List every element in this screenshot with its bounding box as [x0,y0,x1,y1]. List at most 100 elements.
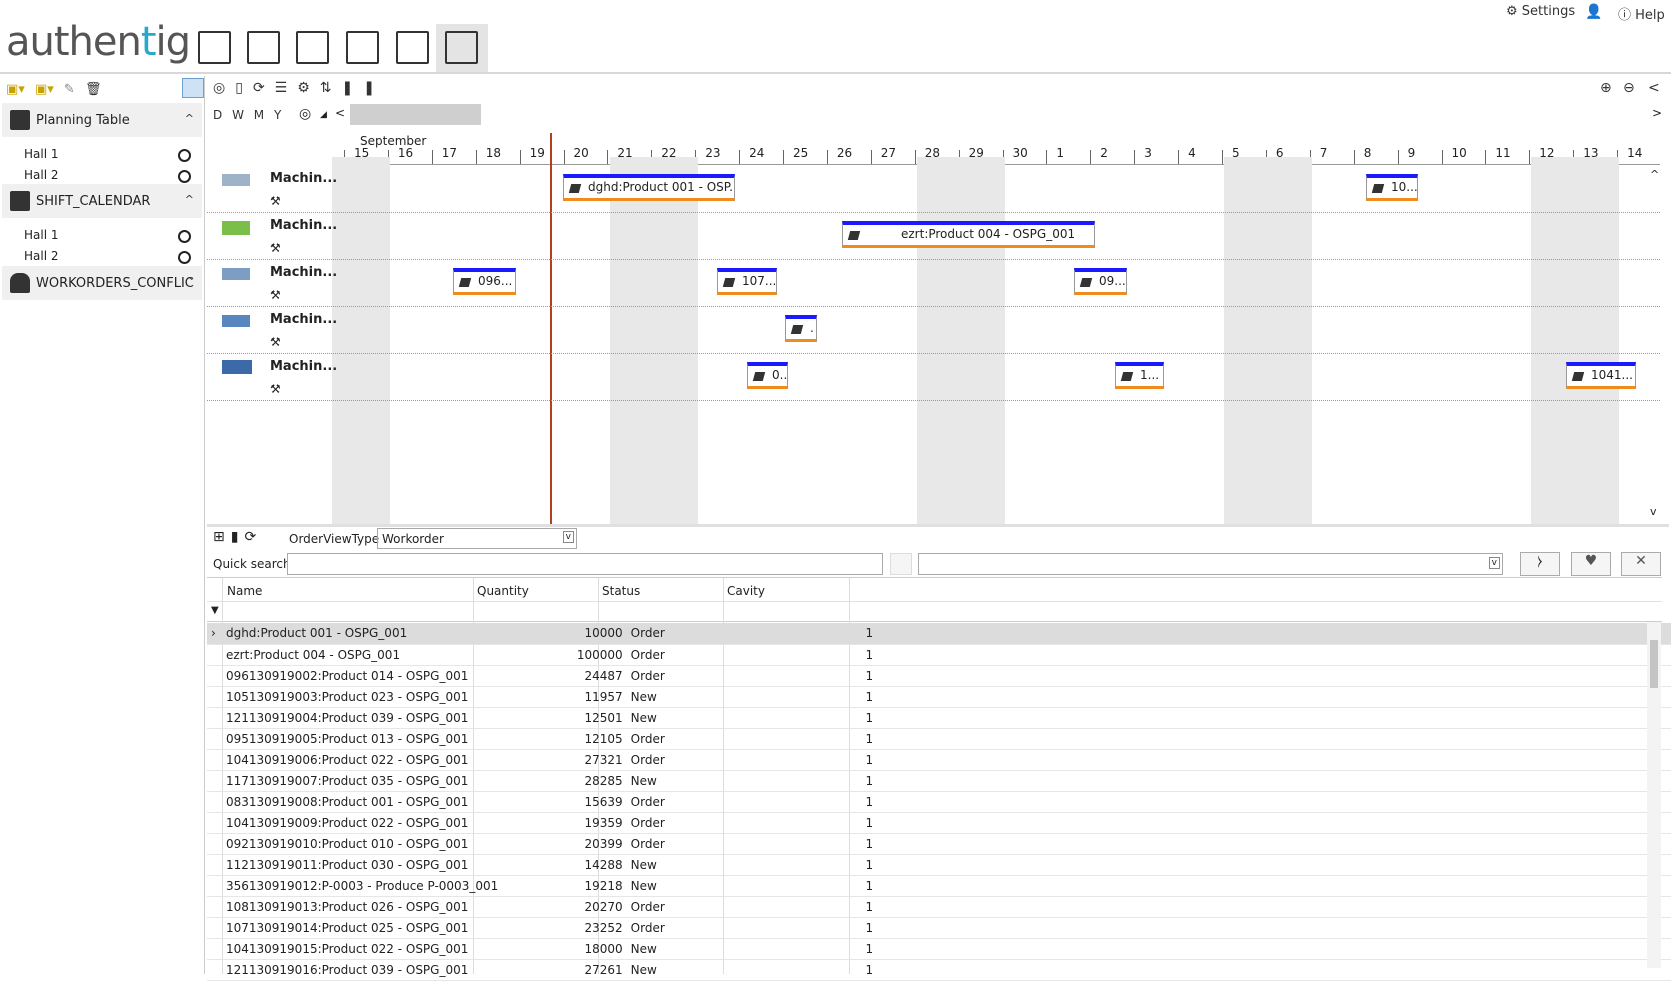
scroll-right-icon[interactable]: > [1652,106,1662,120]
panel-splitter[interactable] [207,524,1669,527]
gantt-order-bar[interactable]: 1041... [1566,362,1636,389]
table-row[interactable]: 095130919005:Product 013 - OSPG_001 12105… [207,728,1671,750]
table-row[interactable]: 117130919007:Product 035 - OSPG_001 28285… [207,770,1671,792]
clear-filter-button[interactable]: ✕ [1621,552,1661,576]
chevron-down-icon[interactable]: v [562,531,574,543]
grid-scroll-thumb[interactable] [1650,640,1658,688]
quick-search-input[interactable] [287,553,883,575]
machine-label[interactable]: Machin... [270,171,337,186]
dashboard-app-icon[interactable] [445,31,478,64]
scroll-down-icon[interactable]: v [1650,505,1657,518]
column-header-quantity[interactable]: Quantity [477,584,529,598]
table-row[interactable]: 105130919003:Product 023 - OSPG_001 11957… [207,686,1671,708]
help-link[interactable]: ⓘ Help [1618,4,1665,23]
search-clear-button[interactable] [890,553,912,575]
copy-icon[interactable]: ▮ [231,529,245,545]
zoom-week[interactable]: W [232,108,244,122]
scroll-left-icon[interactable]: < [335,106,345,120]
column-header-status[interactable]: Status [602,584,640,598]
table-row[interactable]: › dghd:Product 001 - OSPG_001 10000 Order 1 [207,623,1671,645]
globe-icon[interactable] [178,149,191,162]
settings-app-icon[interactable] [198,31,231,64]
sidebar-item-hall-2[interactable]: Hall 2 [24,249,59,263]
sort-icon[interactable]: ⇅ [320,80,342,96]
table-row[interactable]: 121130919016:Product 039 - OSPG_001 27261… [207,959,1671,981]
collapse-left-icon[interactable]: < [1648,80,1660,96]
pause-icon[interactable]: ❚❚ [342,80,385,96]
section-planning-table[interactable]: Planning Table ^ [2,103,202,137]
filter-icon[interactable]: ▼ [211,605,219,616]
add-item-icon[interactable]: ▣▾ [35,82,54,97]
dropdown-arrow-icon[interactable]: ◢ [320,110,327,120]
gantt-order-bar[interactable]: 107... [717,268,777,295]
bookmark-icon[interactable]: ▯ [235,80,253,96]
column-header-cavity[interactable]: Cavity [727,584,765,598]
table-row[interactable]: 104130919015:Product 022 - OSPG_001 18000… [207,938,1671,960]
add-order-icon[interactable]: ⊞ [213,529,231,545]
gantt-order-bar[interactable]: 1... [1115,362,1164,389]
gantt-order-bar[interactable]: 09... [1074,268,1127,295]
gantt-order-bar[interactable]: ezrt:Product 004 - OSPG_001 [842,221,1095,248]
gantt-order-bar[interactable]: dghd:Product 001 - OSP... [563,174,735,201]
globe-icon[interactable]: ◎ [213,80,235,96]
machine-label[interactable]: Machin... [270,359,337,374]
order-view-type-select[interactable]: Workorder v [377,528,577,549]
info-app-icon[interactable] [247,31,280,64]
table-row[interactable]: 356130919012:P-0003 - Produce P-0003_001… [207,875,1671,897]
table-row[interactable]: 112130919011:Product 030 - OSPG_001 14288… [207,854,1671,876]
chevron-up-icon[interactable]: ^ [185,112,194,125]
table-row[interactable]: 096130919002:Product 014 - OSPG_001 24487… [207,665,1671,687]
globe-icon[interactable] [178,230,191,243]
table-row[interactable]: 107130919014:Product 025 - OSPG_001 23252… [207,917,1671,939]
table-row[interactable]: 104130919009:Product 022 - OSPG_001 19359… [207,812,1671,834]
table-row[interactable]: 083130919008:Product 001 - OSPG_001 15639… [207,791,1671,813]
settings-link[interactable]: ⚙ Settings [1506,4,1575,19]
machine-label[interactable]: Machin... [270,312,337,327]
globe-icon[interactable] [178,251,191,264]
zoom-day[interactable]: D [213,108,222,122]
list-icon[interactable]: ☰ [275,80,298,96]
table-row[interactable]: 121130919004:Product 039 - OSPG_001 12501… [207,707,1671,729]
gantt-order-bar[interactable]: 096... [453,268,516,295]
grid-scrollbar[interactable] [1647,622,1661,968]
chart-app-icon[interactable] [296,31,329,64]
refresh-icon[interactable]: ⟳ [244,529,262,545]
table-row[interactable]: 092130919010:Product 010 - OSPG_001 20399… [207,833,1671,855]
zoom-year[interactable]: Y [274,108,281,122]
machine-label[interactable]: Machin... [270,218,337,233]
disc-app-icon[interactable] [396,31,429,64]
refresh-icon[interactable]: ⟳ [253,80,275,96]
chevron-up-icon[interactable]: ^ [185,193,194,206]
timeline-scroll-thumb[interactable] [350,104,481,125]
scroll-up-icon[interactable]: ^ [1650,168,1659,181]
sidebar-item-hall-2[interactable]: Hall 2 [24,168,59,182]
zoom-in-icon[interactable]: ⊕ [1600,80,1612,96]
column-header-name[interactable]: Name [227,584,262,598]
zoom-month[interactable]: M [254,108,264,122]
sidebar-item-hall-1[interactable]: Hall 1 [24,228,59,242]
add-folder-icon[interactable]: ▣▾ [6,82,25,97]
gantt-order-bar[interactable]: 0... [747,362,788,389]
user-icon[interactable]: 👤 [1585,4,1602,20]
apply-filter-button[interactable]: ⧽ [1520,552,1560,576]
sidebar-item-hall-1[interactable]: Hall 1 [24,147,59,161]
edit-icon[interactable]: ✎ [64,82,75,97]
target-icon[interactable]: ◎ [299,106,311,122]
filter-select[interactable]: v [918,553,1503,575]
zoom-out-icon[interactable]: ⊖ [1623,80,1635,96]
gantt-order-bar[interactable]: 10... [1366,174,1418,201]
globe-icon[interactable] [178,170,191,183]
delete-icon[interactable]: 🗑 [85,82,102,97]
table-row[interactable]: ezrt:Product 004 - OSPG_001 100000 Order 1 [207,644,1671,666]
table-row[interactable]: 108130919013:Product 026 - OSPG_001 20270… [207,896,1671,918]
gear-icon[interactable]: ⚙ [297,80,320,96]
chevron-down-icon[interactable]: v [1488,557,1500,569]
gantt-order-bar[interactable]: . [785,315,817,342]
chevron-up-icon[interactable]: ^ [185,275,194,288]
text-app-icon[interactable] [346,31,379,64]
favorite-filter-button[interactable]: ♥ [1571,552,1611,576]
table-row[interactable]: 104130919006:Product 022 - OSPG_001 27321… [207,749,1671,771]
pin-panel-button[interactable] [182,78,204,98]
section-workorders-conflict[interactable]: WORKORDERS_CONFLIC ^ [2,266,202,300]
section-shift-calendar[interactable]: SHIFT_CALENDAR ^ [2,184,202,218]
